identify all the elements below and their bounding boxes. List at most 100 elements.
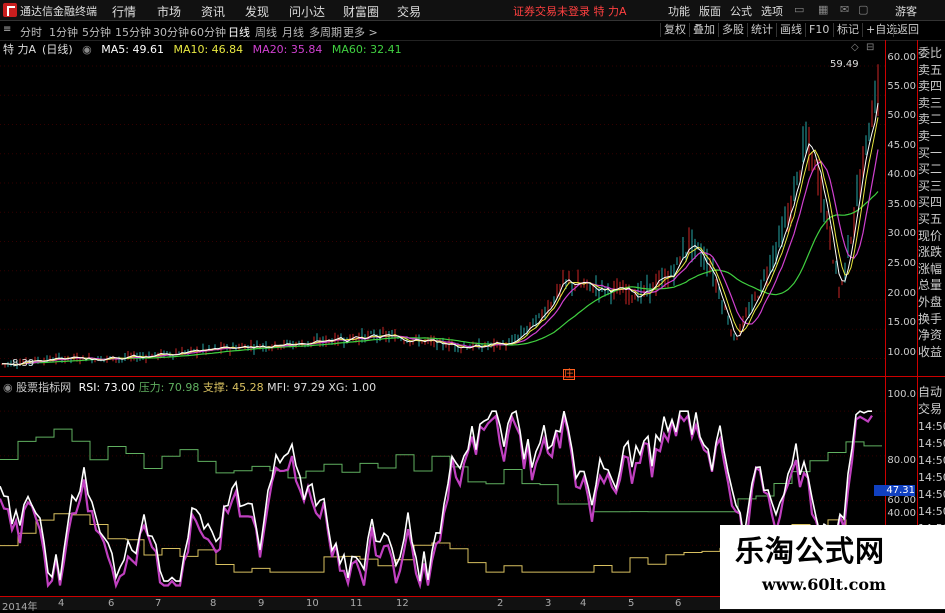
indicator-value-tag: 47.31 [874,485,915,496]
period-fenshi[interactable]: 分时 [20,24,42,40]
quote-label: 买五 [918,212,943,226]
ma10-label: MA10: 46.84 [173,43,244,56]
price-tick: 60.00 [887,52,916,63]
period-1min[interactable]: 1分钟 [49,24,78,40]
period-more[interactable]: 更多 > [343,24,378,40]
price-tick: 45.00 [887,140,916,151]
period-5min[interactable]: 5分钟 [82,24,111,40]
grid-icon[interactable]: ▦ [818,3,828,16]
rsi-label: RSI: 73.00 [78,381,136,394]
period-weekly[interactable]: 周线 [255,24,277,40]
menu-zixun[interactable]: 资讯 [201,3,225,20]
quote-label: 委比 [918,46,943,60]
menu-caifuquan[interactable]: 财富圈 [343,3,379,20]
period-30min[interactable]: 30分钟 [153,24,189,40]
period-multi[interactable]: 多周期 [309,24,342,40]
quote-label: 涨跌 [918,245,943,260]
menu-banmian[interactable]: 版面 [699,3,721,19]
trade-label: 14:50 [918,471,945,484]
app-logo-icon [3,3,17,17]
list-icon[interactable]: ≡ [3,24,11,35]
time-tick: 7 [155,598,162,609]
time-tick: 4 [580,598,587,609]
toggle-icon[interactable]: ⊟ [866,42,874,53]
menu-shichang[interactable]: 市场 [157,3,181,20]
period-toolbar: ≡ 分时 1分钟 5分钟 15分钟 30分钟 60分钟 日线 周线 月线 多周期… [0,21,945,41]
indicator-tick: 40.00 [887,508,916,519]
indicator-legend: ◉ 股票指标网 RSI: 73.00 压力: 70.98 支撑: 45.28 M… [0,379,376,394]
price-tick: 40.00 [887,169,916,180]
time-tick: 5 [628,598,635,609]
quote-label: 卖四 [918,79,943,94]
indicator-tick: 100.0 [887,389,916,400]
menu-gongneng[interactable]: 功能 [668,3,690,19]
quote-label: 买一 [918,145,943,160]
btn-fanhui[interactable]: 返回 [893,23,922,37]
btn-huaxian[interactable]: 画线 [776,23,805,37]
settings-icon[interactable]: ◉ [82,43,92,56]
btn-duogu[interactable]: 多股 [718,23,747,37]
time-tick: 3 [545,598,552,609]
period-monthly[interactable]: 月线 [282,24,304,40]
watermark-title: 乐淘公式网 [735,534,886,568]
btn-biaoji[interactable]: 标记 [833,23,862,37]
price-tick: 25.00 [887,258,916,269]
quote-label: 外盘 [918,295,943,309]
btn-diejia[interactable]: 叠加 [689,23,718,37]
time-tick: 10 [306,598,319,609]
quote-label: 买四 [918,195,943,210]
login-status: 证券交易未登录 特 力A [513,5,627,18]
menu-faxian[interactable]: 发现 [245,3,269,20]
mfi-label: MFI: 97.29 [267,381,325,394]
menu-gongshi[interactable]: 公式 [730,3,752,19]
btn-tongji[interactable]: 统计 [747,23,776,37]
period-daily[interactable]: 日线 [228,24,250,40]
trade-label: 14:50 [918,454,945,467]
time-tick: 6 [108,598,115,609]
menu-wenxiaoda[interactable]: 问小达 [289,3,325,20]
pressure-label: 压力: 70.98 [138,381,200,394]
menu-xuanxiang[interactable]: 选项 [761,3,783,19]
zhuang-marker: 庄 [563,369,575,380]
quote-label: 总量 [918,278,943,293]
quote-label: 卖五 [918,62,943,77]
price-tick: 35.00 [887,199,916,210]
mail-icon[interactable]: ✉ [840,3,849,16]
stock-name: 特 力A [3,43,37,56]
trade-label: 14:50 [918,505,945,518]
ma20-line [2,149,879,366]
quote-label: 卖三 [918,95,943,110]
ma5-label: MA5: 49.61 [101,43,164,56]
time-tick: 8 [210,598,217,609]
indicator-settings-icon[interactable]: ◉ [3,381,13,394]
diamond-icon[interactable]: ◇ [851,42,859,53]
search-icon[interactable]: ▭ [794,3,804,16]
price-tick: 10.00 [887,347,916,358]
trade-label: 14:50 [918,420,945,433]
period-15min[interactable]: 15分钟 [115,24,151,40]
btn-fuquan[interactable]: 复权 [660,23,689,37]
indicator-tick: 80.00 [887,455,916,466]
period-label: (日线) [42,43,73,56]
window-icon[interactable]: ▢ [858,3,868,16]
quote-label: 现价 [918,228,943,243]
indicator-tick: 60.00 [887,495,916,506]
period-60min[interactable]: 60分钟 [190,24,226,40]
kline-chart[interactable] [0,56,885,376]
time-tick: 11 [350,598,363,609]
menu-hangqing[interactable]: 行情 [112,3,136,20]
ma-legend: 特 力A (日线) ◉ MA5: 49.61 MA10: 46.84 MA20: … [0,41,408,56]
time-tick: 4 [58,598,65,609]
menu-guest[interactable]: 游客 [895,3,917,19]
ma60-label: MA60: 32.41 [331,43,402,56]
menu-jiaoyi[interactable]: 交易 [397,3,421,20]
quote-label: 买二 [918,162,943,177]
time-tick: 2 [497,598,504,609]
quote-label: 卖一 [918,129,943,143]
low-price-label: 8.39 [12,358,35,369]
btn-f10[interactable]: F10 [805,23,832,37]
high-price-label: 59.49 [830,59,859,70]
price-tick: 55.00 [887,81,916,92]
app-title: 通达信金融终端 [20,5,97,18]
menu-bar: 通达信金融终端 行情 市场 资讯 发现 问小达 财富圈 交易 证券交易未登录 特… [0,0,945,21]
